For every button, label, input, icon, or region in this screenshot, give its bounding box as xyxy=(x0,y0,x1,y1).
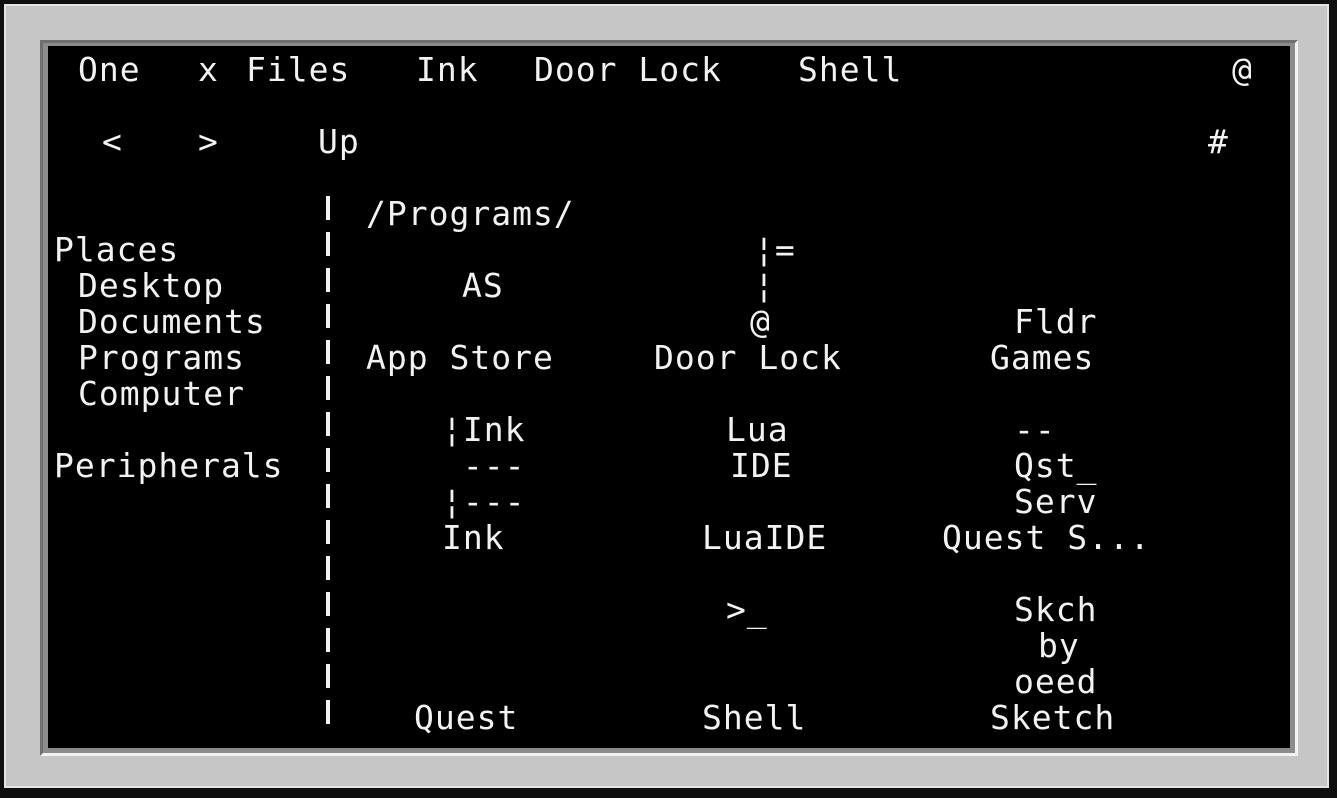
file-label-shell[interactable]: Shell xyxy=(702,700,806,736)
ink-icon-line1[interactable]: ¦Ink xyxy=(442,412,525,448)
computer-frame: One x Files Ink Door Lock Shell @ < > Up… xyxy=(0,0,1337,798)
sidebar-item-computer[interactable]: Computer xyxy=(78,376,245,412)
back-button[interactable]: < xyxy=(102,124,123,160)
quest-server-icon-line2[interactable]: Qst_ xyxy=(1014,448,1097,484)
file-label-sketch[interactable]: Sketch xyxy=(990,700,1115,736)
sidebar-item-documents[interactable]: Documents xyxy=(78,304,266,340)
sidebar-item-programs[interactable]: Programs xyxy=(78,340,245,376)
tab-ink[interactable]: Ink xyxy=(416,52,479,88)
at-icon[interactable]: @ xyxy=(1232,52,1253,88)
quest-server-icon-line3[interactable]: Serv xyxy=(1014,484,1097,520)
menu-one[interactable]: One xyxy=(78,52,141,88)
file-label-app-store[interactable]: App Store xyxy=(366,340,554,376)
tab-files[interactable]: Files xyxy=(246,52,350,88)
tab-shell[interactable]: Shell xyxy=(798,52,902,88)
file-label-games[interactable]: Games xyxy=(990,340,1094,376)
file-label-quest[interactable]: Quest xyxy=(414,700,518,736)
ink-icon-line2[interactable]: --- xyxy=(442,448,525,484)
forward-button[interactable]: > xyxy=(198,124,219,160)
sketch-icon-line2[interactable]: by xyxy=(1038,628,1080,664)
folder-icon[interactable]: Fldr xyxy=(1014,304,1097,340)
sketch-icon-line1[interactable]: Skch xyxy=(1014,592,1097,628)
quest-server-icon-line1[interactable]: -- xyxy=(1014,412,1056,448)
file-label-quest-server[interactable]: Quest S... xyxy=(942,520,1151,556)
sidebar-divider xyxy=(326,196,330,736)
sidebar-item-desktop[interactable]: Desktop xyxy=(78,268,224,304)
file-label-luaide[interactable]: LuaIDE xyxy=(702,520,827,556)
door-lock-icon-line2[interactable]: ¦ xyxy=(754,268,775,304)
up-button[interactable]: Up xyxy=(318,124,360,160)
tab-door-lock[interactable]: Door Lock xyxy=(534,52,722,88)
current-path: /Programs/ xyxy=(366,194,575,233)
app-store-icon[interactable]: AS xyxy=(462,268,504,304)
close-tab-button[interactable]: x xyxy=(198,52,219,88)
luaide-icon-line1[interactable]: Lua xyxy=(726,412,789,448)
places-heading: Places xyxy=(54,230,180,269)
door-lock-icon-line1[interactable]: ¦= xyxy=(754,232,796,268)
sketch-icon-line3[interactable]: oeed xyxy=(1014,664,1097,700)
terminal-screen: One x Files Ink Door Lock Shell @ < > Up… xyxy=(48,46,1290,748)
peripherals-heading: Peripherals xyxy=(54,446,284,485)
luaide-icon-line2[interactable]: IDE xyxy=(730,448,793,484)
file-label-door-lock[interactable]: Door Lock xyxy=(654,340,842,376)
shell-icon[interactable]: >_ xyxy=(726,592,768,628)
file-label-ink[interactable]: Ink xyxy=(442,520,505,556)
ink-icon-line3[interactable]: ¦--- xyxy=(442,484,525,520)
hash-icon[interactable]: # xyxy=(1208,124,1229,160)
door-lock-icon-line3[interactable]: @ xyxy=(750,304,771,340)
